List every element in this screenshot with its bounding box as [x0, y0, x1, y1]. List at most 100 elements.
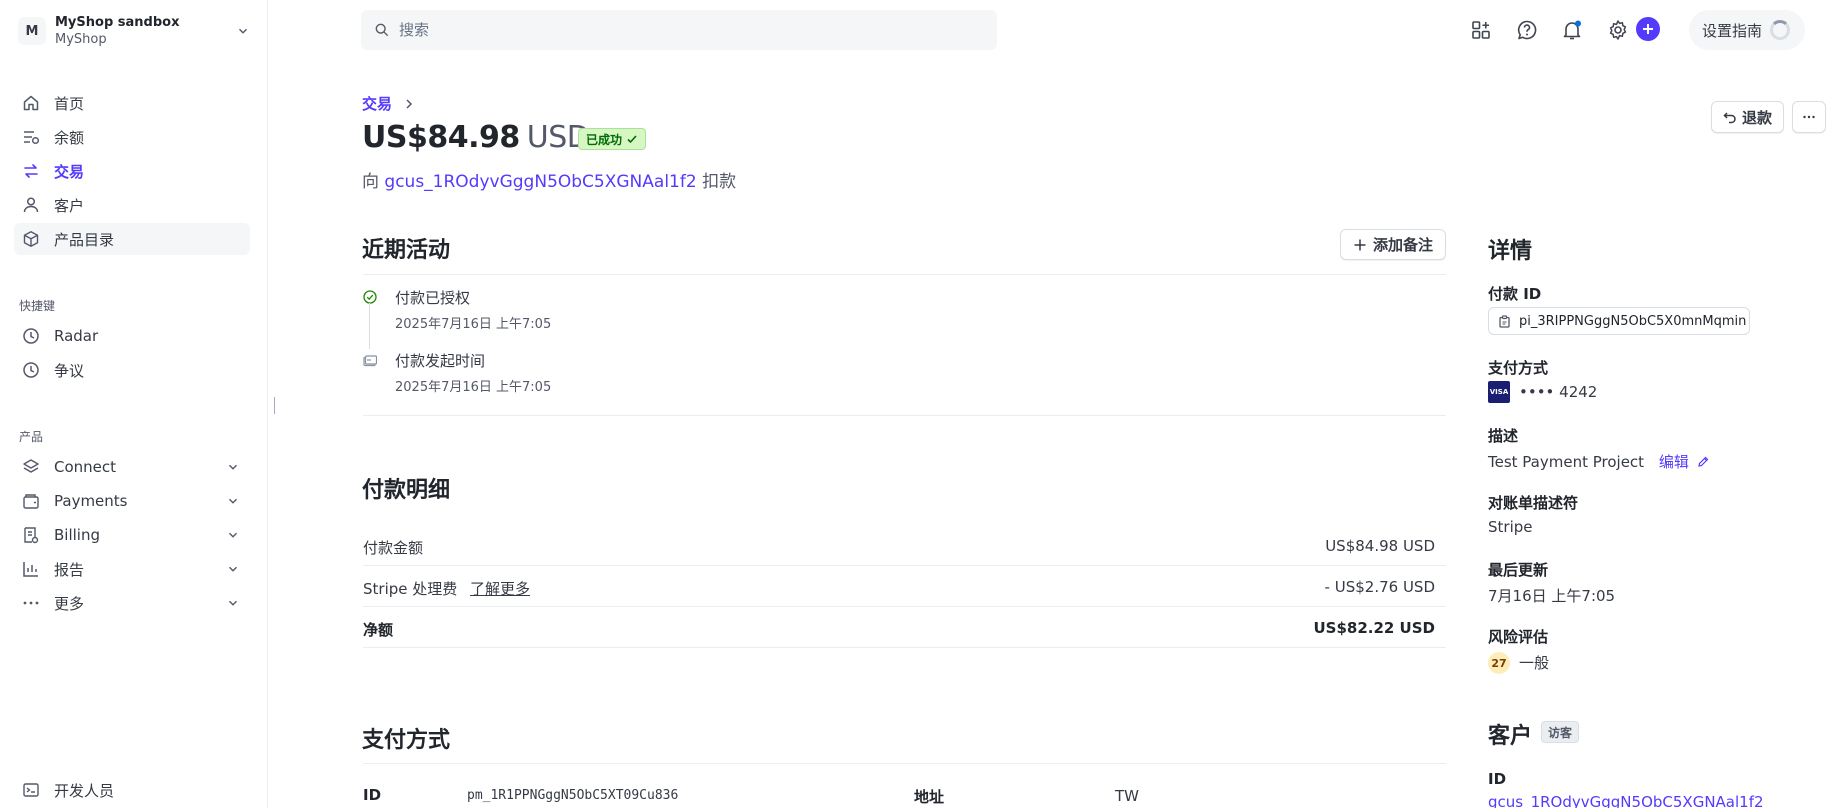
sidebar-item-label: Radar	[54, 327, 99, 345]
chevron-right-icon	[406, 98, 413, 109]
customer-icon	[23, 197, 39, 213]
more-horizontal-icon	[1803, 115, 1815, 119]
setup-guide-button[interactable]: 设置指南	[1689, 10, 1805, 50]
help-icon[interactable]	[1516, 19, 1538, 41]
clock-icon	[23, 328, 39, 344]
search-input[interactable]	[399, 21, 979, 39]
chevron-down-icon	[229, 464, 237, 470]
connect-icon	[23, 459, 39, 473]
plus-icon	[1643, 24, 1653, 34]
chevron-down-icon	[229, 566, 237, 572]
sidebar-item-payments[interactable]: Payments	[14, 485, 250, 517]
sidebar-item-radar[interactable]: Radar	[14, 320, 250, 352]
notifications-icon[interactable]	[1561, 19, 1583, 41]
refund-button[interactable]: 退款	[1711, 101, 1784, 133]
divider	[363, 647, 1446, 648]
account-sub: MyShop	[55, 32, 107, 47]
clipboard-icon	[1499, 314, 1510, 328]
updated-value: 7月16日 上午7:05	[1488, 587, 1616, 605]
chevron-down-icon	[239, 28, 247, 34]
divider	[363, 274, 1446, 275]
sidebar-item-label: 报告	[54, 560, 85, 579]
undo-icon	[1723, 112, 1736, 124]
sidebar-item-label: Connect	[54, 458, 117, 476]
pm-id-label: ID	[363, 786, 382, 804]
add-note-button[interactable]: 添加备注	[1340, 229, 1446, 260]
breadcrumb: 交易	[362, 93, 414, 114]
sidebar-item-billing[interactable]: Billing	[14, 519, 250, 551]
net-label: 净额	[363, 621, 394, 639]
details-title: 详情	[1488, 239, 1533, 264]
payment-id-copy[interactable]: pi_3RIPPNGggN5ObC5X0mnMqmin	[1488, 307, 1750, 335]
charge-suffix: 扣款	[702, 172, 737, 192]
status-badge: 已成功	[578, 128, 647, 150]
account-switcher[interactable]: M MyShop sandbox MyShop	[18, 12, 250, 50]
search-bar[interactable]	[361, 10, 997, 50]
sidebar-item-product-catalog[interactable]: 产品目录	[14, 223, 250, 255]
sidebar-item-label: 余额	[54, 128, 85, 147]
event-time: 2025年7月16日 上午7:05	[395, 380, 552, 395]
chevron-down-icon	[229, 498, 237, 504]
edit-description-link[interactable]: 编辑	[1659, 453, 1709, 471]
method-label: 支付方式	[1488, 359, 1549, 377]
pencil-icon	[1697, 456, 1709, 467]
charge-prefix: 向	[362, 172, 379, 192]
create-button[interactable]	[1636, 17, 1660, 41]
sidebar-item-more[interactable]: 更多	[14, 587, 250, 619]
sidebar-item-transactions[interactable]: 交易	[14, 155, 250, 187]
terminal-icon	[23, 783, 39, 797]
chevron-down-icon	[229, 532, 237, 538]
more-actions-button[interactable]	[1792, 101, 1826, 133]
breadcrumb-transactions-link[interactable]: 交易	[362, 93, 392, 114]
sidebar-item-label: 更多	[54, 594, 85, 613]
progress-ring-icon	[1770, 20, 1791, 40]
check-icon	[627, 135, 637, 144]
sidebar-item-label: 产品目录	[54, 230, 115, 249]
product-icon	[23, 231, 39, 247]
sidebar-item-disputes[interactable]: 争议	[14, 354, 250, 386]
main-nav: 首页 余额 交易 客户 产品目录	[14, 87, 250, 257]
pm-address-label: 地址	[914, 788, 945, 806]
description-label: 描述	[1488, 427, 1519, 445]
customer-id-link[interactable]: gcus_1ROdyvGggN5ObC5XGNAal1f2	[1488, 793, 1764, 808]
guest-badge: 访客	[1541, 721, 1580, 743]
card-icon	[363, 355, 377, 367]
shortcuts-nav: Radar 争议	[14, 320, 250, 388]
sidebar: M MyShop sandbox MyShop 首页 余额 交易 客户 产品目录…	[0, 0, 268, 808]
sidebar-item-label: Payments	[54, 492, 128, 510]
sidebar-item-developers[interactable]: 开发人员	[14, 774, 250, 806]
sidebar-item-customers[interactable]: 客户	[14, 189, 250, 221]
customer-link[interactable]: gcus_1ROdyvGggN5ObC5XGNAal1f2	[384, 172, 696, 192]
updated-label: 最后更新	[1488, 561, 1549, 579]
products-title: 产品	[19, 430, 44, 444]
sidebar-item-label: 客户	[54, 196, 85, 215]
fee-value: - US$2.76 USD	[1324, 578, 1435, 596]
sidebar-item-balance[interactable]: 余额	[14, 121, 250, 153]
search-icon	[375, 23, 389, 37]
learn-more-link[interactable]: 了解更多	[470, 580, 530, 598]
shortcuts-title: 快捷键	[19, 299, 56, 313]
developers-nav: 开发人员	[14, 774, 250, 808]
risk-score-badge: 27	[1488, 652, 1510, 674]
amount-row: US$84.98 USD	[362, 120, 590, 155]
pm-address-value: TW	[1115, 787, 1139, 805]
risk-level: 一般	[1519, 654, 1550, 672]
net-value: US$82.22 USD	[1313, 619, 1435, 637]
divider	[363, 606, 1446, 607]
sidebar-item-label: Billing	[54, 526, 100, 544]
sidebar-item-reports[interactable]: 报告	[14, 553, 250, 585]
resize-handle[interactable]	[274, 397, 275, 414]
divider	[363, 415, 1446, 416]
sidebar-item-home[interactable]: 首页	[14, 87, 250, 119]
payments-icon	[23, 494, 39, 509]
breakdown-title: 付款明细	[362, 478, 451, 503]
account-name: MyShop sandbox	[55, 15, 180, 30]
description-value: Test Payment Project	[1488, 453, 1645, 471]
sidebar-item-connect[interactable]: Connect	[14, 451, 250, 483]
apps-icon[interactable]	[1470, 19, 1492, 41]
charge-description: 向 gcus_1ROdyvGggN5ObC5XGNAal1f2 扣款	[362, 167, 736, 192]
gear-icon[interactable]	[1607, 19, 1629, 41]
pm-id-value: pm_1R1PPNGggN5ObC5XT09Cu836	[467, 788, 679, 803]
plus-icon	[1354, 239, 1366, 250]
transactions-icon	[24, 164, 38, 178]
